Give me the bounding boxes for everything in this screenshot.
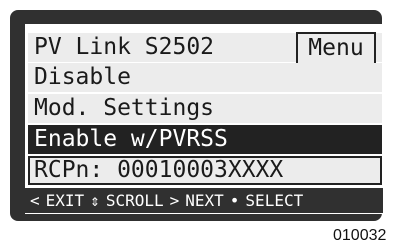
menu-button[interactable]: Menu — [296, 32, 376, 63]
key-hint-bar: < EXIT ⇕ SCROLL > NEXT • SELECT — [25, 188, 383, 213]
menu-item-rcpn[interactable]: RCPn: 00010003XXXX — [28, 156, 382, 185]
figure-id: 010032 — [333, 227, 387, 244]
scroll-hint: SCROLL — [105, 191, 164, 210]
menu-item-disable[interactable]: Disable — [28, 63, 382, 92]
chevron-left-icon: < — [30, 191, 40, 210]
chevron-right-icon: > — [169, 191, 180, 210]
up-down-arrow-icon: ⇕ — [90, 191, 100, 210]
exit-hint: EXIT — [45, 191, 85, 210]
select-hint: SELECT — [245, 191, 304, 210]
menu-item-mod-settings[interactable]: Mod. Settings — [28, 94, 382, 123]
next-hint: NEXT — [185, 191, 224, 210]
bullet-icon: • — [229, 191, 240, 210]
device-title: PV Link S2502 — [34, 34, 215, 60]
menu-item-enable-pvrss[interactable]: Enable w/PVRSS — [28, 125, 382, 154]
